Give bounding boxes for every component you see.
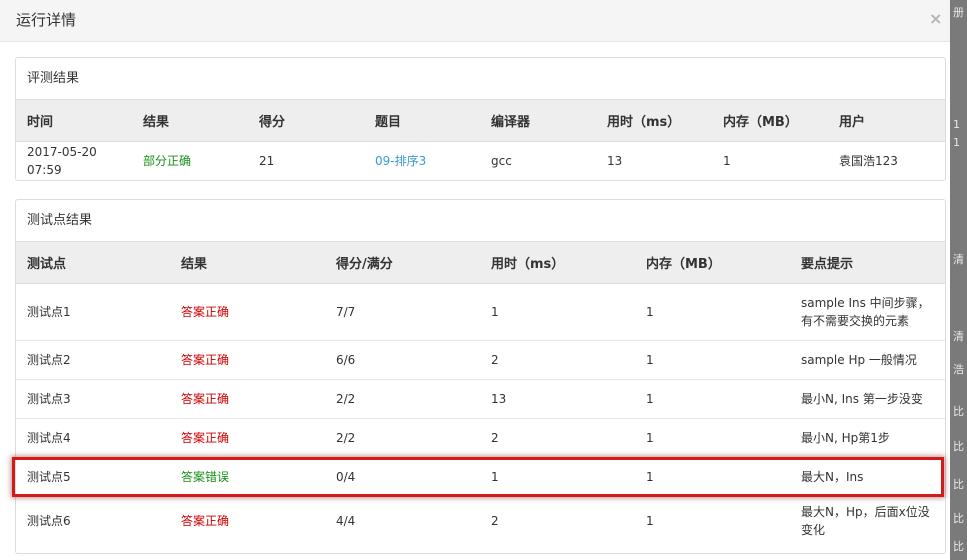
testcase-result: 答案正确 [170,418,325,458]
testcase-score: 6/6 [325,340,480,380]
testcase-time: 2 [480,496,635,544]
testcase-hint: sample Hp 一般情况 [790,340,945,380]
testcase-memory: 1 [635,457,790,497]
table-row: 测试点4 答案正确 2/2 2 1 最小N, Hp第1步 [16,418,945,458]
table-row: 测试点2 答案正确 6/6 2 1 sample Hp 一般情况 [16,340,945,380]
testcase-result: 答案正确 [170,340,325,380]
column-header: 内存（MB） [635,242,790,284]
modal-header: 运行详情 × [0,0,950,42]
table-row: 测试点1 答案正确 7/7 1 1 sample Ins 中间步骤，有不需要交换… [16,284,945,341]
column-header: 题目 [364,100,480,142]
background-char: 1 [953,136,960,149]
testcase-hint: 最小N, Ins 第一步没变 [790,379,945,419]
table-row: 测试点3 答案正确 2/2 13 1 最小N, Ins 第一步没变 [16,379,945,419]
background-char: 比 [953,478,964,491]
judge-result-status: 部分正确 [143,154,192,168]
background-char: 比 [953,440,964,453]
background-char: 清 [953,330,964,343]
problem-link[interactable]: 09-排序3 [364,142,480,181]
testcase-time: 1 [491,305,499,319]
testcase-score: 4/4 [325,496,480,544]
user-name: 袁国浩123 [839,154,898,168]
testcase-memory: 1 [635,496,790,544]
table-header-row: 时间 结果 得分 题目 编译器 用时（ms） 内存（MB） 用户 [16,100,945,142]
testcase-result: 答案正确 [170,496,325,544]
testcase-score: 2/2 [325,379,480,419]
run-details-modal: 运行详情 × 评测结果 时间 结果 得分 题目 编译器 用时（ms） 内存（MB… [0,0,950,560]
judge-score: 21 [259,154,275,168]
background-char: 1 [953,118,960,131]
testcase-time: 13 [480,379,635,419]
memory-mb: 1 [723,154,731,168]
testcase-time: 1 [480,457,635,497]
testcase-hint: sample Ins 中间步骤，有不需要交换的元素 [801,296,930,328]
testcase-memory: 1 [635,418,790,458]
column-header: 得分/满分 [325,242,480,284]
judge-result-panel: 评测结果 时间 结果 得分 题目 编译器 用时（ms） 内存（MB） 用户 20… [15,57,946,181]
judge-result-heading: 评测结果 [16,58,945,100]
background-page-strip: 册 1 1 清 清 浩 比 比 比 比 比 [950,0,967,560]
column-header: 用时（ms） [480,242,635,284]
testcase-hint: 最大N，Hp，后面x位没变化 [790,496,945,544]
modal-title: 运行详情 [16,11,77,29]
testcase-score: 7/7 [336,305,356,319]
testcase-memory: 1 [635,379,790,419]
background-char: 比 [953,405,964,418]
testcase-result: 答案正确 [170,379,325,419]
testcase-name: 测试点4 [16,418,170,458]
testcase-score: 2/2 [325,418,480,458]
column-header: 测试点 [16,242,170,284]
table-row: 测试点6 答案正确 4/4 2 1 最大N，Hp，后面x位没变化 [16,496,945,544]
testcase-name: 测试点3 [16,379,170,419]
compiler: gcc [491,154,512,168]
testcase-time: 2 [480,418,635,458]
close-icon[interactable]: × [929,9,942,29]
background-char: 浩 [953,363,964,376]
column-header: 结果 [132,100,248,142]
column-header: 时间 [16,100,132,142]
background-char: 比 [953,512,964,525]
judge-result-table: 时间 结果 得分 题目 编译器 用时（ms） 内存（MB） 用户 2017-05… [16,100,945,180]
testcase-result-heading: 测试点结果 [16,200,945,242]
column-header: 得分 [248,100,364,142]
testcase-name: 测试点5 [16,457,170,497]
table-row-highlighted: 测试点5 答案错误 0/4 1 1 最大N，Ins [16,457,945,497]
table-row: 2017-05-20 07:59 部分正确 21 09-排序3 gcc 13 1… [16,142,945,181]
background-char: 比 [953,540,964,553]
column-header: 结果 [170,242,325,284]
background-char: 册 [953,6,964,19]
testcase-name: 测试点1 [27,305,71,319]
column-header: 编译器 [480,100,596,142]
testcase-result-table: 测试点 结果 得分/满分 用时（ms） 内存（MB） 要点提示 测试点1 答案正… [16,242,945,544]
testcase-hint: 最大N，Ins [790,457,945,497]
time-ms: 13 [607,154,623,168]
testcase-score: 0/4 [325,457,480,497]
testcase-hint: 最小N, Hp第1步 [790,418,945,458]
testcase-name: 测试点6 [16,496,170,544]
testcase-result: 答案错误 [170,457,325,497]
column-header: 内存（MB） [712,100,828,142]
table-header-row: 测试点 结果 得分/满分 用时（ms） 内存（MB） 要点提示 [16,242,945,284]
background-char: 清 [953,253,964,266]
submit-time: 2017-05-20 07:59 [27,145,97,177]
column-header: 用时（ms） [596,100,712,142]
testcase-result-panel: 测试点结果 测试点 结果 得分/满分 用时（ms） 内存（MB） 要点提示 测试… [15,199,946,554]
testcase-time: 2 [480,340,635,380]
testcase-memory: 1 [635,340,790,380]
testcase-memory: 1 [646,305,654,319]
column-header: 要点提示 [790,242,945,284]
testcase-result: 答案正确 [181,305,230,319]
testcase-name: 测试点2 [16,340,170,380]
column-header: 用户 [828,100,945,142]
